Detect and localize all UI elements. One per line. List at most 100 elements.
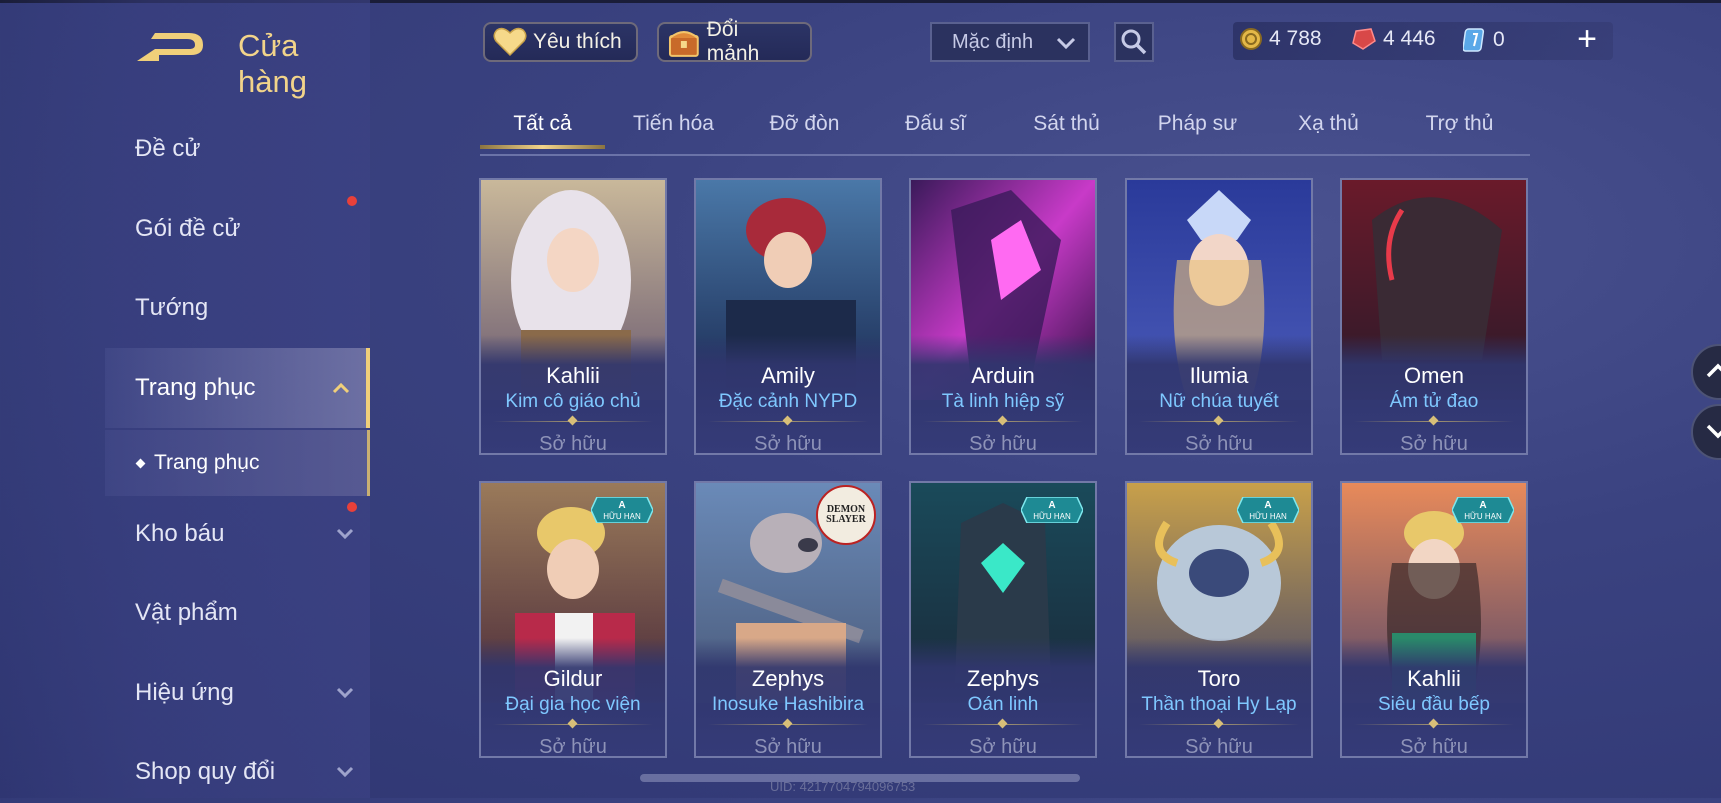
card-info: Zephys Inosuke Hashibira Sở hữu [696, 638, 880, 756]
skin-card[interactable]: A HỮU HẠN Gildur Đại gia học viện Sở hữu [479, 481, 667, 758]
chevron-up-icon [1706, 363, 1721, 378]
hero-name: Arduin [971, 363, 1035, 388]
divider-gem-icon [1213, 415, 1224, 426]
sidebar-item-items[interactable]: Vật phẩm [135, 582, 370, 644]
skin-card[interactable]: Omen Ám tử đao Sở hữu [1340, 178, 1528, 455]
card-info: Kahlii Siêu đầu bếp Sở hữu [1342, 638, 1526, 756]
owned-status: Sở hữu [539, 433, 607, 455]
skin-name: Nữ chúa tuyết [1159, 391, 1279, 412]
sidebar-item-recommended-packs[interactable]: Gói đề cử [135, 198, 370, 260]
tab-label: Sát thủ [1033, 112, 1100, 135]
hero-name: Gildur [543, 666, 603, 691]
sidebar-item-recommended[interactable]: Đề cử [135, 118, 370, 180]
tab-label: Xạ thủ [1298, 112, 1359, 135]
add-currency-button[interactable]: + [1572, 22, 1602, 58]
sidebar-item-label: Vật phẩm [135, 599, 238, 626]
skin-card[interactable]: DEMON SLAYER Zephys Inosuke Hashibira Sở … [694, 481, 882, 758]
tab-evolution[interactable]: Tiến hóa [611, 112, 736, 136]
divider-gem-icon [782, 718, 793, 729]
divider-gem-icon [567, 415, 578, 426]
bullet-icon [135, 458, 146, 468]
owned-status: Sở hữu [969, 433, 1037, 455]
search-button[interactable] [1114, 22, 1154, 62]
chevron-down-icon [1056, 37, 1076, 50]
skin-card[interactable]: Ilumia Nữ chúa tuyết Sở hữu [1125, 178, 1313, 455]
sort-value: Mặc định [952, 30, 1034, 53]
divider-gem-icon [1213, 718, 1224, 729]
red-gem-icon [1352, 28, 1376, 50]
heart-icon [493, 27, 527, 57]
scroll-up-button[interactable] [1691, 344, 1721, 400]
voucher-balance: 0 [1463, 27, 1505, 53]
chevron-down-icon [336, 766, 354, 778]
skin-name: Thần thoại Hy Lạp [1141, 694, 1297, 715]
card-info: Toro Thần thoại Hy Lạp Sở hữu [1127, 638, 1311, 756]
chevron-up-icon [332, 382, 350, 394]
sidebar-item-effects[interactable]: Hiệu ứng [135, 662, 370, 724]
owned-status: Sở hữu [754, 433, 822, 455]
scroll-down-button[interactable] [1691, 404, 1721, 460]
sidebar-item-treasure[interactable]: Kho báu [135, 503, 370, 565]
gem-balance: 4 446 [1351, 27, 1436, 51]
page-title: Cửa hàng [238, 28, 307, 99]
favorites-button[interactable]: Yêu thích [483, 22, 638, 62]
back-button[interactable] [133, 25, 213, 67]
notification-dot [347, 196, 357, 206]
skin-card[interactable]: Kahlii Kim cô giáo chủ Sở hữu [479, 178, 667, 455]
hero-name: Amily [761, 363, 815, 388]
exchange-shards-button[interactable]: Đổi mảnh [657, 18, 812, 65]
sidebar-item-label: Đề cử [135, 135, 201, 162]
sidebar-item-skins[interactable]: Trang phục [105, 348, 370, 428]
sidebar-item-label: Trang phục [135, 374, 256, 401]
hero-name: Zephys [966, 666, 1040, 691]
skin-name: Đặc cảnh NYPD [718, 391, 858, 412]
currency-bar: 4 788 4 446 0 [1233, 22, 1613, 60]
tab-label: Pháp sư [1157, 112, 1238, 135]
card-info: Amily Đặc cảnh NYPD Sở hữu [696, 335, 880, 453]
favorites-label: Yêu thích [533, 30, 622, 53]
skin-name: Kim cô giáo chủ [505, 391, 641, 412]
skin-name: Siêu đầu bếp [1378, 694, 1490, 715]
sidebar-subitem-skins[interactable]: Trang phục [105, 430, 370, 496]
skin-card[interactable]: A HỮU HẠN Zephys Oán linh Sở hữu [909, 481, 1097, 758]
skin-card[interactable]: A HỮU HẠN Toro Thần thoại Hy Lạp Sở hữu [1125, 481, 1313, 758]
badge-rank: A [1479, 500, 1486, 511]
limited-badge: A HỮU HẠN [1237, 497, 1299, 523]
tab-support[interactable]: Trợ thủ [1397, 112, 1522, 136]
skin-card[interactable]: A HỮU HẠN Kahlii Siêu đầu bếp Sở hữu [1340, 481, 1528, 758]
divider-gem-icon [1428, 415, 1439, 426]
limited-badge: A HỮU HẠN [1021, 497, 1083, 523]
chevron-down-icon [1706, 424, 1721, 439]
gold-value: 4 788 [1269, 27, 1322, 50]
user-id: UID: 4217704794096753 [770, 779, 916, 794]
divider-gem-icon [997, 415, 1008, 426]
owned-status: Sở hữu [969, 736, 1037, 758]
divider-gem-icon [567, 718, 578, 729]
skin-card[interactable]: Amily Đặc cảnh NYPD Sở hữu [694, 178, 882, 455]
hero-name: Kahlii [1407, 666, 1461, 691]
card-info: Ilumia Nữ chúa tuyết Sở hữu [1127, 335, 1311, 453]
sidebar-item-heroes[interactable]: Tướng [135, 277, 370, 339]
sort-dropdown[interactable]: Mặc định [930, 22, 1090, 62]
tab-fighter[interactable]: Đấu sĩ [873, 112, 998, 136]
gold-balance: 4 788 [1239, 27, 1322, 51]
skin-name: Đại gia học viện [505, 694, 641, 715]
divider-gem-icon [997, 718, 1008, 729]
sidebar-item-exchange-shop[interactable]: Shop quy đổi [135, 741, 370, 803]
card-info: Kahlii Kim cô giáo chủ Sở hữu [481, 335, 665, 453]
badge-rank: A [1048, 500, 1055, 511]
chevron-down-icon [336, 528, 354, 540]
demon-slayer-collab-logo: DEMON SLAYER [816, 485, 876, 545]
card-info: Zephys Oán linh Sở hữu [911, 638, 1095, 756]
tab-mage[interactable]: Pháp sư [1135, 112, 1260, 136]
tab-label: Đỡ đòn [769, 112, 840, 135]
skin-name: Oán linh [967, 694, 1039, 715]
tab-marksman[interactable]: Xạ thủ [1266, 112, 1391, 136]
divider-gem-icon [1428, 718, 1439, 729]
skin-card[interactable]: Arduin Tà linh hiệp sỹ Sở hữu [909, 178, 1097, 455]
tab-tank[interactable]: Đỡ đòn [742, 112, 867, 136]
owned-status: Sở hữu [539, 736, 607, 758]
tab-all[interactable]: Tất cả [480, 112, 605, 149]
tab-assassin[interactable]: Sát thủ [1004, 112, 1129, 136]
badge-text: HỮU HẠN [1464, 512, 1502, 521]
